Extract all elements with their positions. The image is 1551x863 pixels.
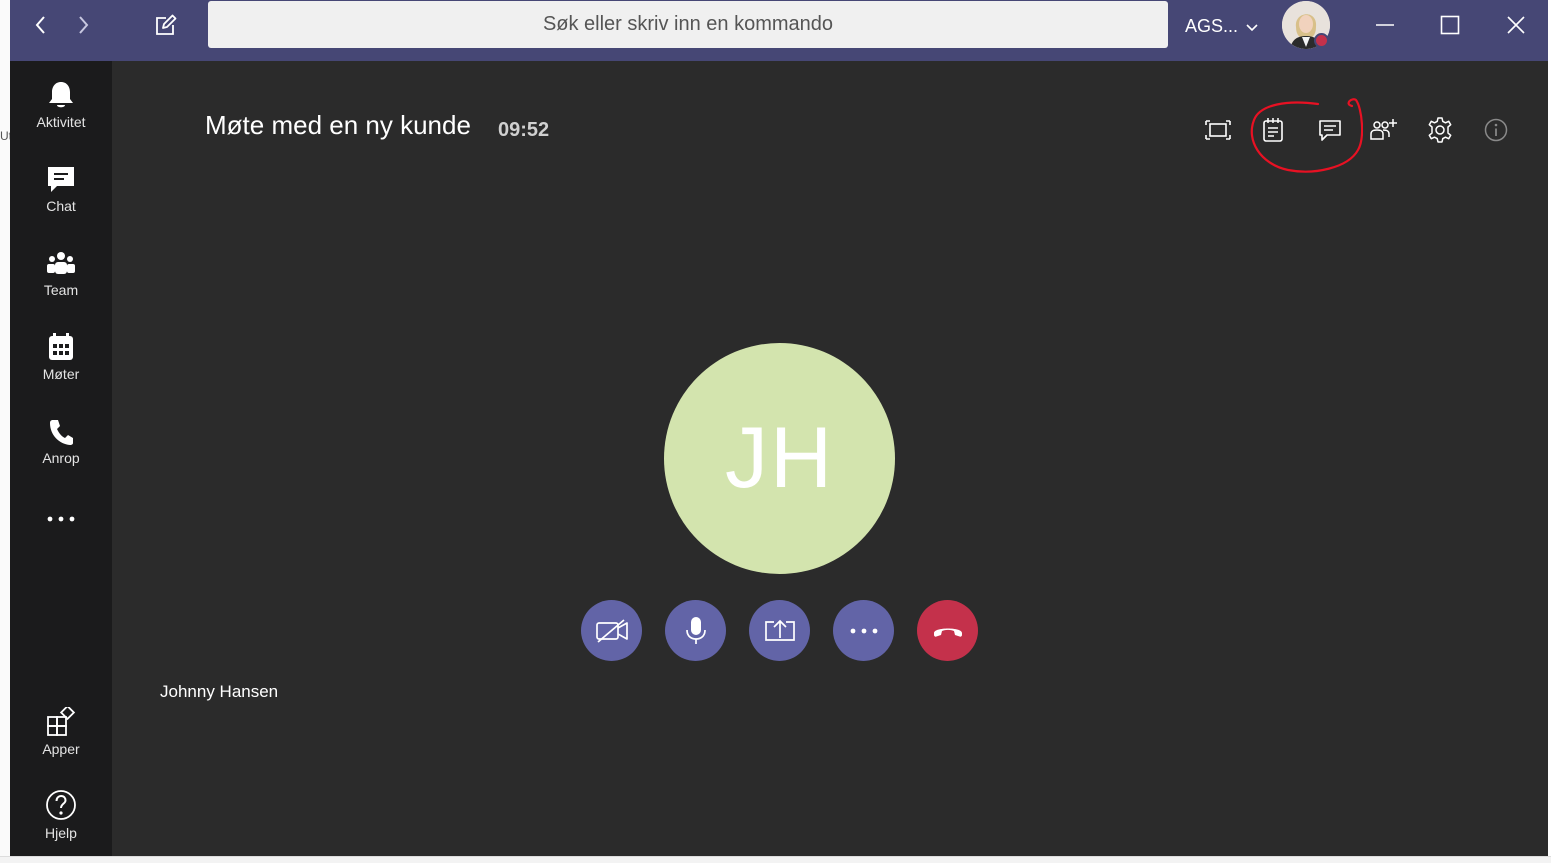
taskbar-edge (0, 856, 1551, 863)
meeting-notes-button[interactable] (1258, 115, 1288, 145)
sidebar-item-label: Team (43, 282, 79, 298)
meeting-title: Møte med en ny kunde (205, 110, 471, 140)
sidebar-item-label: Hjelp (45, 825, 77, 841)
sidebar-item-label: Apper (42, 741, 80, 757)
org-switcher[interactable]: AGS... (1185, 14, 1258, 38)
fullscreen-button[interactable] (1203, 115, 1233, 145)
presence-badge (1314, 33, 1329, 48)
meeting-timer: 09:52 (498, 119, 550, 141)
bell-icon (48, 76, 74, 110)
share-screen-icon (764, 619, 795, 641)
app-bar: Aktivitet Chat Team Møter Anrop Apper Hj… (10, 61, 112, 856)
share-screen-button[interactable] (749, 600, 810, 661)
compose-button[interactable] (150, 0, 182, 50)
conversation-icon (1319, 120, 1341, 141)
compose-icon (156, 14, 177, 35)
hang-up-icon (933, 628, 962, 637)
participant-initials: JH (724, 410, 835, 506)
participant-avatar: JH (664, 343, 895, 574)
more-icon (46, 501, 76, 537)
calendar-icon (47, 328, 75, 362)
help-icon (45, 787, 77, 821)
forward-button[interactable] (72, 0, 96, 50)
sidebar-item-apper[interactable]: Apper (10, 703, 112, 783)
meeting-notes-icon (1263, 118, 1283, 142)
apps-icon (46, 703, 76, 737)
chevron-left-icon (35, 16, 45, 34)
sidebar-item-more[interactable] (10, 501, 112, 541)
background-window-strip: Ut (0, 0, 12, 863)
chevron-right-icon (79, 16, 89, 34)
participants-icon (1370, 119, 1397, 140)
sidebar-item-team[interactable]: Team (10, 244, 112, 324)
sidebar-item-anrop[interactable]: Anrop (10, 412, 112, 492)
search-input[interactable]: Søk eller skriv inn en kommando (208, 1, 1168, 48)
sidebar-item-hjelp[interactable]: Hjelp (10, 787, 112, 856)
chevron-down-icon (1246, 16, 1258, 37)
sidebar-item-label: Chat (46, 198, 76, 214)
settings-icon (1428, 117, 1452, 143)
participants-button[interactable] (1368, 115, 1398, 145)
chat-icon (46, 160, 76, 194)
conversation-button[interactable] (1315, 115, 1345, 145)
phone-icon (48, 412, 74, 446)
more-options-button[interactable] (833, 600, 894, 661)
sidebar-item-label: Aktivitet (36, 114, 86, 130)
close-button[interactable] (1496, 0, 1536, 50)
info-button[interactable] (1481, 115, 1511, 145)
video-off-icon (595, 618, 628, 643)
maximize-icon (1440, 15, 1460, 35)
back-button[interactable] (28, 0, 52, 50)
sidebar-item-label: Møter (42, 366, 80, 382)
sidebar-item-moter[interactable]: Møter (10, 328, 112, 408)
camera-toggle-button[interactable] (581, 600, 642, 661)
fullscreen-icon (1205, 120, 1231, 140)
sidebar-item-label: Anrop (42, 450, 80, 466)
title-bar: Søk eller skriv inn en kommando AGS... (10, 0, 1548, 61)
teams-window: Søk eller skriv inn en kommando AGS... A… (10, 0, 1548, 856)
close-icon (1507, 16, 1525, 34)
org-name: AGS... (1185, 15, 1239, 36)
microphone-icon (685, 616, 706, 644)
participant-name: Johnny Hansen (160, 682, 279, 701)
sidebar-item-chat[interactable]: Chat (10, 160, 112, 240)
more-icon (850, 628, 877, 633)
info-icon (1484, 118, 1508, 142)
teams-icon (45, 244, 77, 278)
hang-up-button[interactable] (917, 600, 978, 661)
microphone-button[interactable] (665, 600, 726, 661)
minimize-icon (1376, 24, 1394, 26)
maximize-button[interactable] (1430, 0, 1470, 50)
sidebar-item-aktivitet[interactable]: Aktivitet (10, 76, 112, 156)
minimize-button[interactable] (1365, 0, 1405, 50)
settings-button[interactable] (1425, 115, 1455, 145)
